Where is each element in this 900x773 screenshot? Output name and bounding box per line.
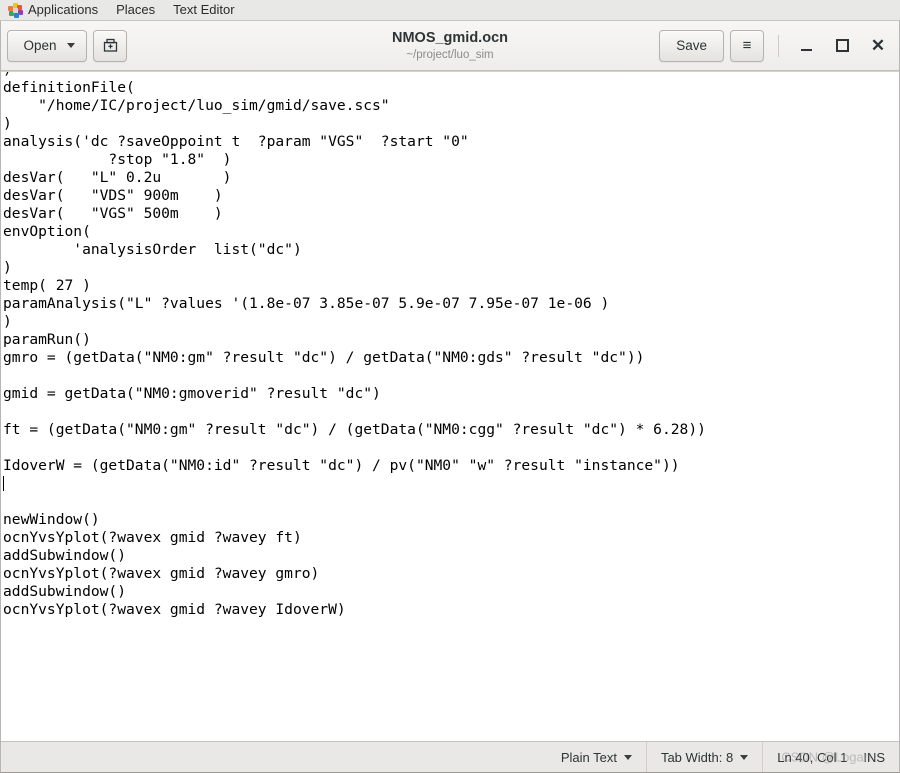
hamburger-menu-button[interactable]: ≡: [730, 29, 764, 62]
headerbar-left-group: Open: [7, 29, 127, 62]
language-selector[interactable]: Plain Text: [547, 742, 646, 772]
save-as-button[interactable]: [93, 29, 127, 62]
close-button[interactable]: ✕: [863, 31, 893, 61]
applications-icon: [8, 3, 23, 18]
panel-item-applications[interactable]: Applications: [6, 0, 107, 20]
chevron-down-icon: [623, 754, 632, 760]
text-cursor: [3, 476, 4, 491]
maximize-icon: [835, 39, 849, 52]
code-before-caret: ) definitionFile( "/home/IC/project/luo_…: [3, 72, 706, 474]
headerbar-right-group: Save ≡ ✕: [659, 29, 893, 62]
panel-item-places[interactable]: Places: [107, 0, 164, 20]
hamburger-menu-icon: ≡: [742, 37, 752, 54]
chevron-down-icon: [66, 43, 75, 48]
minimize-icon: [800, 49, 812, 51]
save-as-icon: [103, 38, 117, 52]
status-bar: Plain Text Tab Width: 8 Ln 40, Col 1 INS…: [1, 741, 899, 772]
desktop-top-panel: Applications Places Text Editor: [0, 0, 900, 21]
minimize-button[interactable]: [791, 31, 821, 61]
open-button-label: Open: [23, 38, 57, 53]
page-title: NMOS_gmid.ocn: [391, 29, 508, 46]
language-label: Plain Text: [560, 749, 617, 765]
headerbar-divider: [778, 34, 779, 57]
file-path-subtitle: ~/project/luo_sim: [406, 48, 494, 61]
open-button[interactable]: Open: [7, 29, 87, 62]
code-after-caret: newWindow() ocnYvsYplot(?wavex gmid ?wav…: [3, 511, 346, 618]
source-code-view[interactable]: ) definitionFile( "/home/IC/project/luo_…: [1, 72, 706, 619]
panel-item-applications-label: Applications: [28, 2, 99, 17]
chevron-down-icon: [740, 754, 749, 760]
tab-width-label: Tab Width: 8: [660, 749, 734, 765]
tab-width-selector[interactable]: Tab Width: 8: [647, 742, 762, 772]
maximize-button[interactable]: [827, 31, 857, 61]
cursor-position-indicator: Ln 40, Col 1: [777, 749, 848, 765]
gedit-window: NMOS_gmid.ocn ~/project/luo_sim Open Sav…: [0, 21, 900, 773]
insert-mode-indicator: INS: [863, 749, 885, 765]
panel-item-text-editor[interactable]: Text Editor: [164, 0, 243, 20]
text-editor-area[interactable]: ) definitionFile( "/home/IC/project/luo_…: [1, 71, 899, 741]
close-icon: ✕: [870, 36, 886, 55]
save-button[interactable]: Save: [659, 29, 724, 62]
window-headerbar: NMOS_gmid.ocn ~/project/luo_sim Open Sav…: [1, 21, 899, 71]
